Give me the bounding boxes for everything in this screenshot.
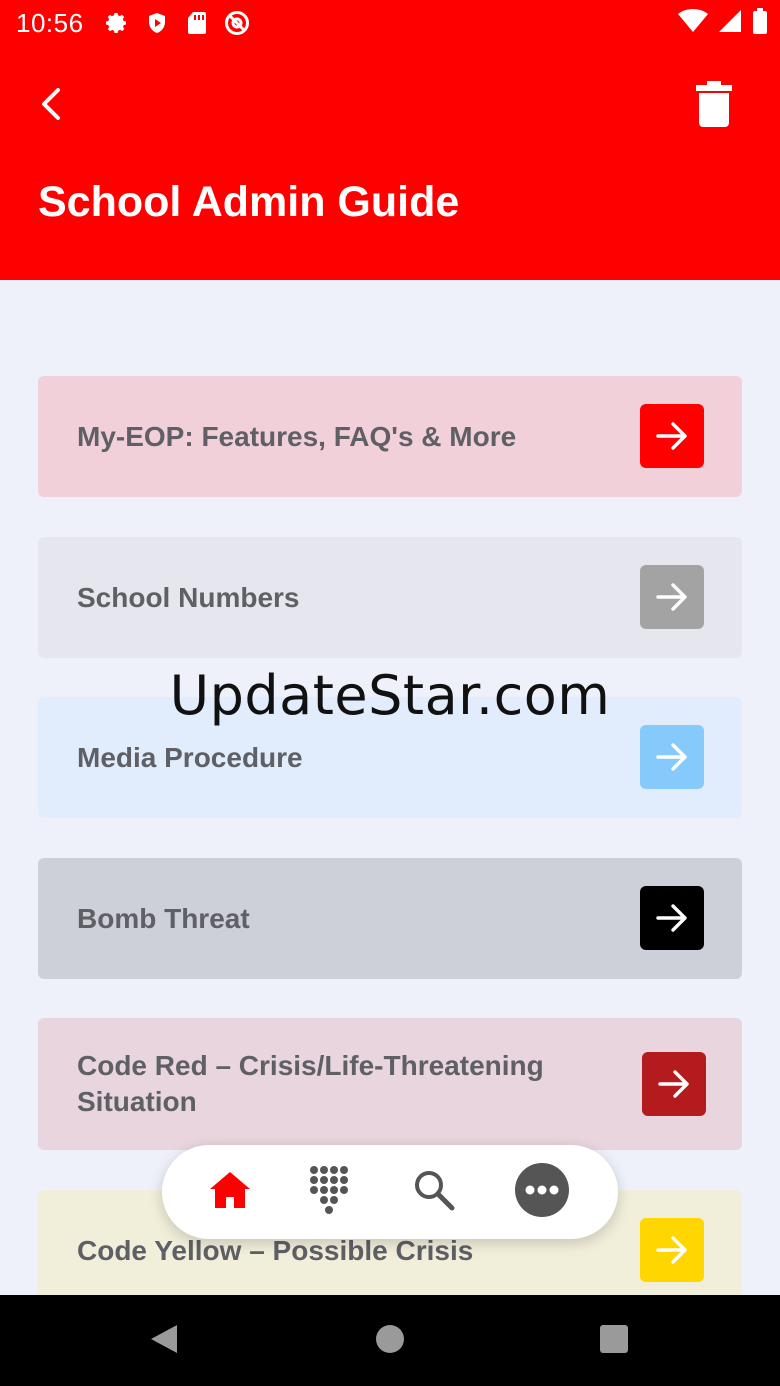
arrow-right-icon[interactable] [640, 404, 704, 468]
home-circle-icon [375, 1324, 405, 1359]
gear-icon [104, 10, 130, 36]
card-label: My-EOP: Features, FAQ's & More [77, 420, 517, 452]
page-title: School Admin Guide [38, 178, 460, 226]
card-label: Bomb Threat [77, 902, 250, 934]
more-icon [515, 1162, 569, 1222]
chevron-left-icon [38, 86, 66, 127]
arrow-right-icon[interactable] [642, 1052, 706, 1116]
shield-play-icon [144, 10, 170, 36]
card-my-eop[interactable]: My-EOP: Features, FAQ's & More [38, 376, 742, 497]
arrow-right-icon[interactable] [640, 565, 704, 629]
status-bar: 10:56 [0, 0, 780, 48]
signal-icon [718, 9, 742, 38]
search-icon [413, 1169, 455, 1216]
system-back-button[interactable] [142, 1319, 186, 1363]
wifi-icon [678, 9, 708, 38]
nav-dialpad[interactable] [298, 1162, 358, 1222]
card-label: Media Procedure [77, 741, 303, 773]
card-label: Code Red – Crisis/Life-Threatening Situa… [77, 1050, 544, 1117]
arrow-right-icon[interactable] [640, 1218, 704, 1282]
system-recents-button[interactable] [592, 1319, 636, 1363]
card-label: School Numbers [77, 581, 300, 613]
nav-more[interactable] [512, 1162, 572, 1222]
system-home-button[interactable] [368, 1319, 412, 1363]
back-button[interactable] [28, 82, 76, 130]
sd-card-icon [184, 10, 210, 36]
status-icons-left [104, 10, 250, 36]
nav-search[interactable] [404, 1162, 464, 1222]
delete-button[interactable] [688, 78, 740, 134]
card-code-red[interactable]: Code Red – Crisis/Life-Threatening Situa… [38, 1018, 742, 1150]
status-time: 10:56 [16, 8, 84, 38]
nav-home[interactable] [200, 1162, 260, 1222]
recents-square-icon [599, 1324, 629, 1359]
watermark-text: UpdateStar.com [169, 664, 611, 727]
arrow-right-icon[interactable] [640, 725, 704, 789]
dialpad-icon [308, 1165, 348, 1220]
status-icons-right [678, 8, 768, 39]
card-school-numbers[interactable]: School Numbers [38, 537, 742, 658]
at-sign-icon [224, 10, 250, 36]
trash-icon [696, 80, 732, 132]
battery-icon [752, 8, 768, 39]
card-bomb-threat[interactable]: Bomb Threat [38, 858, 742, 979]
bottom-nav [162, 1145, 618, 1239]
system-nav-bar [0, 1295, 780, 1386]
app-header: 10:56 School Admin Guide [0, 0, 780, 280]
arrow-right-icon[interactable] [640, 886, 704, 950]
home-icon [209, 1171, 251, 1214]
back-triangle-icon [149, 1323, 179, 1360]
